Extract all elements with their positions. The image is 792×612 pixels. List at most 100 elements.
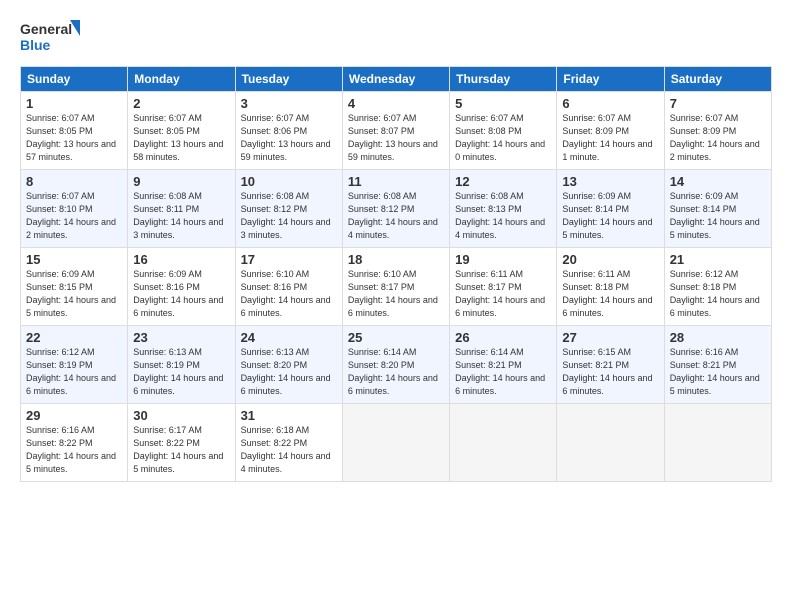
calendar-cell: 29Sunrise: 6:16 AM Sunset: 8:22 PM Dayli… [21, 404, 128, 482]
header: General Blue [20, 18, 772, 56]
calendar-cell: 22Sunrise: 6:12 AM Sunset: 8:19 PM Dayli… [21, 326, 128, 404]
day-info: Sunrise: 6:14 AM Sunset: 8:20 PM Dayligh… [348, 346, 444, 398]
day-info: Sunrise: 6:08 AM Sunset: 8:12 PM Dayligh… [241, 190, 337, 242]
calendar-cell [342, 404, 449, 482]
weekday-sunday: Sunday [21, 67, 128, 92]
weekday-saturday: Saturday [664, 67, 771, 92]
day-info: Sunrise: 6:16 AM Sunset: 8:22 PM Dayligh… [26, 424, 122, 476]
week-row-5: 29Sunrise: 6:16 AM Sunset: 8:22 PM Dayli… [21, 404, 772, 482]
day-info: Sunrise: 6:09 AM Sunset: 8:14 PM Dayligh… [670, 190, 766, 242]
weekday-monday: Monday [128, 67, 235, 92]
day-info: Sunrise: 6:07 AM Sunset: 8:08 PM Dayligh… [455, 112, 551, 164]
calendar-cell: 16Sunrise: 6:09 AM Sunset: 8:16 PM Dayli… [128, 248, 235, 326]
day-number: 2 [133, 96, 229, 111]
calendar-cell: 12Sunrise: 6:08 AM Sunset: 8:13 PM Dayli… [450, 170, 557, 248]
calendar-cell: 1Sunrise: 6:07 AM Sunset: 8:05 PM Daylig… [21, 92, 128, 170]
day-info: Sunrise: 6:08 AM Sunset: 8:13 PM Dayligh… [455, 190, 551, 242]
day-number: 13 [562, 174, 658, 189]
calendar-page: General Blue SundayMondayTuesdayWednesda… [0, 0, 792, 612]
calendar-cell: 7Sunrise: 6:07 AM Sunset: 8:09 PM Daylig… [664, 92, 771, 170]
day-info: Sunrise: 6:08 AM Sunset: 8:12 PM Dayligh… [348, 190, 444, 242]
calendar-cell: 2Sunrise: 6:07 AM Sunset: 8:05 PM Daylig… [128, 92, 235, 170]
day-number: 27 [562, 330, 658, 345]
calendar-cell: 8Sunrise: 6:07 AM Sunset: 8:10 PM Daylig… [21, 170, 128, 248]
logo: General Blue [20, 18, 80, 56]
day-number: 16 [133, 252, 229, 267]
calendar-cell: 10Sunrise: 6:08 AM Sunset: 8:12 PM Dayli… [235, 170, 342, 248]
day-info: Sunrise: 6:13 AM Sunset: 8:20 PM Dayligh… [241, 346, 337, 398]
weekday-friday: Friday [557, 67, 664, 92]
day-info: Sunrise: 6:07 AM Sunset: 8:05 PM Dayligh… [133, 112, 229, 164]
day-number: 12 [455, 174, 551, 189]
calendar-cell [450, 404, 557, 482]
day-info: Sunrise: 6:10 AM Sunset: 8:16 PM Dayligh… [241, 268, 337, 320]
day-number: 21 [670, 252, 766, 267]
calendar-cell: 4Sunrise: 6:07 AM Sunset: 8:07 PM Daylig… [342, 92, 449, 170]
day-info: Sunrise: 6:07 AM Sunset: 8:07 PM Dayligh… [348, 112, 444, 164]
day-info: Sunrise: 6:11 AM Sunset: 8:17 PM Dayligh… [455, 268, 551, 320]
day-info: Sunrise: 6:13 AM Sunset: 8:19 PM Dayligh… [133, 346, 229, 398]
calendar-cell: 21Sunrise: 6:12 AM Sunset: 8:18 PM Dayli… [664, 248, 771, 326]
calendar-cell: 17Sunrise: 6:10 AM Sunset: 8:16 PM Dayli… [235, 248, 342, 326]
week-row-4: 22Sunrise: 6:12 AM Sunset: 8:19 PM Dayli… [21, 326, 772, 404]
weekday-thursday: Thursday [450, 67, 557, 92]
calendar-cell: 24Sunrise: 6:13 AM Sunset: 8:20 PM Dayli… [235, 326, 342, 404]
day-info: Sunrise: 6:10 AM Sunset: 8:17 PM Dayligh… [348, 268, 444, 320]
calendar-cell: 20Sunrise: 6:11 AM Sunset: 8:18 PM Dayli… [557, 248, 664, 326]
day-number: 8 [26, 174, 122, 189]
calendar-cell [664, 404, 771, 482]
day-info: Sunrise: 6:08 AM Sunset: 8:11 PM Dayligh… [133, 190, 229, 242]
calendar-cell: 3Sunrise: 6:07 AM Sunset: 8:06 PM Daylig… [235, 92, 342, 170]
calendar-cell: 30Sunrise: 6:17 AM Sunset: 8:22 PM Dayli… [128, 404, 235, 482]
day-info: Sunrise: 6:07 AM Sunset: 8:09 PM Dayligh… [670, 112, 766, 164]
calendar-cell: 23Sunrise: 6:13 AM Sunset: 8:19 PM Dayli… [128, 326, 235, 404]
weekday-header-row: SundayMondayTuesdayWednesdayThursdayFrid… [21, 67, 772, 92]
calendar-cell: 6Sunrise: 6:07 AM Sunset: 8:09 PM Daylig… [557, 92, 664, 170]
day-number: 14 [670, 174, 766, 189]
calendar-cell: 9Sunrise: 6:08 AM Sunset: 8:11 PM Daylig… [128, 170, 235, 248]
day-number: 24 [241, 330, 337, 345]
calendar-cell: 28Sunrise: 6:16 AM Sunset: 8:21 PM Dayli… [664, 326, 771, 404]
day-number: 19 [455, 252, 551, 267]
day-number: 30 [133, 408, 229, 423]
day-number: 3 [241, 96, 337, 111]
calendar-cell: 14Sunrise: 6:09 AM Sunset: 8:14 PM Dayli… [664, 170, 771, 248]
day-number: 26 [455, 330, 551, 345]
day-info: Sunrise: 6:07 AM Sunset: 8:09 PM Dayligh… [562, 112, 658, 164]
day-number: 6 [562, 96, 658, 111]
day-info: Sunrise: 6:12 AM Sunset: 8:19 PM Dayligh… [26, 346, 122, 398]
logo-svg: General Blue [20, 18, 80, 56]
day-number: 10 [241, 174, 337, 189]
day-info: Sunrise: 6:07 AM Sunset: 8:05 PM Dayligh… [26, 112, 122, 164]
day-number: 7 [670, 96, 766, 111]
day-info: Sunrise: 6:14 AM Sunset: 8:21 PM Dayligh… [455, 346, 551, 398]
day-info: Sunrise: 6:09 AM Sunset: 8:15 PM Dayligh… [26, 268, 122, 320]
weekday-wednesday: Wednesday [342, 67, 449, 92]
calendar-cell [557, 404, 664, 482]
day-number: 17 [241, 252, 337, 267]
day-info: Sunrise: 6:09 AM Sunset: 8:16 PM Dayligh… [133, 268, 229, 320]
day-number: 23 [133, 330, 229, 345]
calendar-cell: 5Sunrise: 6:07 AM Sunset: 8:08 PM Daylig… [450, 92, 557, 170]
day-number: 31 [241, 408, 337, 423]
week-row-1: 1Sunrise: 6:07 AM Sunset: 8:05 PM Daylig… [21, 92, 772, 170]
day-number: 9 [133, 174, 229, 189]
week-row-3: 15Sunrise: 6:09 AM Sunset: 8:15 PM Dayli… [21, 248, 772, 326]
day-info: Sunrise: 6:07 AM Sunset: 8:06 PM Dayligh… [241, 112, 337, 164]
day-number: 4 [348, 96, 444, 111]
calendar-cell: 19Sunrise: 6:11 AM Sunset: 8:17 PM Dayli… [450, 248, 557, 326]
day-number: 28 [670, 330, 766, 345]
day-info: Sunrise: 6:18 AM Sunset: 8:22 PM Dayligh… [241, 424, 337, 476]
calendar-cell: 31Sunrise: 6:18 AM Sunset: 8:22 PM Dayli… [235, 404, 342, 482]
weekday-tuesday: Tuesday [235, 67, 342, 92]
day-info: Sunrise: 6:07 AM Sunset: 8:10 PM Dayligh… [26, 190, 122, 242]
day-number: 22 [26, 330, 122, 345]
day-number: 11 [348, 174, 444, 189]
svg-text:Blue: Blue [20, 37, 51, 53]
day-number: 1 [26, 96, 122, 111]
calendar-cell: 27Sunrise: 6:15 AM Sunset: 8:21 PM Dayli… [557, 326, 664, 404]
day-info: Sunrise: 6:16 AM Sunset: 8:21 PM Dayligh… [670, 346, 766, 398]
day-number: 18 [348, 252, 444, 267]
calendar-cell: 25Sunrise: 6:14 AM Sunset: 8:20 PM Dayli… [342, 326, 449, 404]
day-info: Sunrise: 6:11 AM Sunset: 8:18 PM Dayligh… [562, 268, 658, 320]
